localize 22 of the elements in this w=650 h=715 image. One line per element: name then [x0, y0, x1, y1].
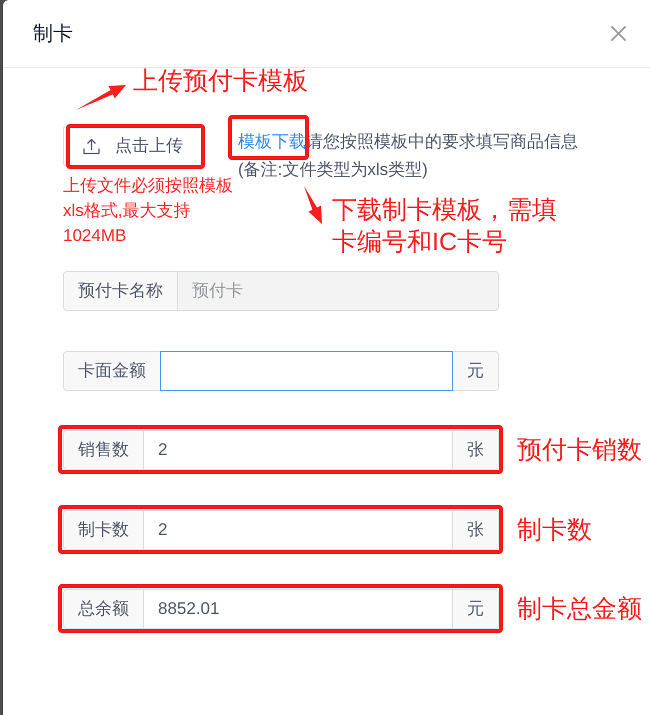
input-field[interactable]: 2: [143, 510, 453, 550]
annotation-text: 制卡数: [517, 516, 592, 542]
input-field[interactable]: [160, 350, 453, 390]
unit-label: 张: [452, 510, 499, 550]
annotation-text: 制卡总金额: [517, 596, 642, 622]
unit-label: 元: [452, 350, 499, 390]
input-field[interactable]: 8852.01: [143, 589, 453, 629]
upload-hint-text: 上传文件必须按照模板 xls格式,最大支持 1024MB: [63, 175, 234, 247]
field-label: 销售数: [63, 430, 144, 470]
unit-label: 元: [452, 589, 499, 629]
unit-label: 张: [452, 430, 499, 470]
dialog-title: 制卡: [33, 22, 73, 46]
upload-icon: [83, 138, 100, 154]
close-icon[interactable]: [611, 26, 626, 41]
field-label: 预付卡名称: [63, 271, 178, 311]
field-label: 卡面金额: [63, 350, 161, 390]
annotation-text: 下载制卡模板，需填 卡编号和IC卡号: [332, 195, 557, 258]
field-label: 制卡数: [63, 510, 144, 550]
input-field[interactable]: 2: [143, 430, 453, 470]
field-label: 总余额: [63, 589, 144, 629]
annotation-text: 预付卡销数: [517, 437, 642, 463]
annotation-text: 上传预付卡模板: [133, 68, 308, 94]
